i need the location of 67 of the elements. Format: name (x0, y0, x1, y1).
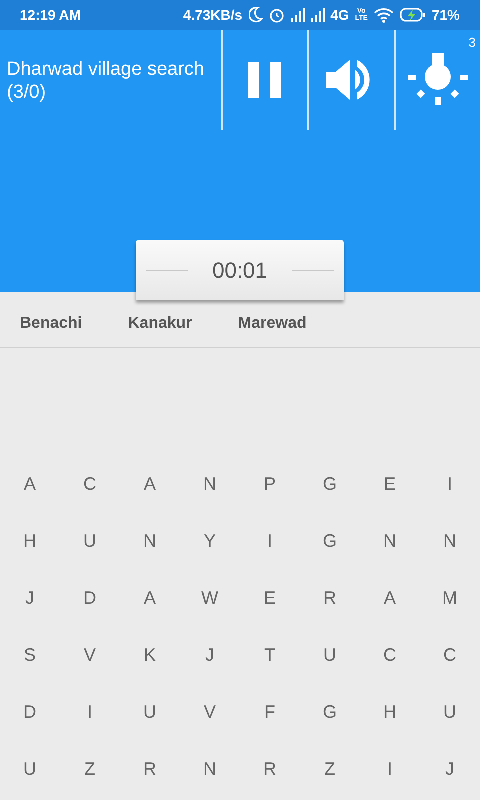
network-speed: 4.73KB/s (183, 6, 243, 24)
clock: 12:19 AM (20, 6, 81, 24)
moon-icon (248, 7, 263, 23)
letter-tile[interactable]: A (144, 471, 156, 498)
letter-tile[interactable]: Z (324, 756, 336, 783)
letter-tile[interactable]: I (387, 756, 392, 783)
letter-tile[interactable]: Z (84, 756, 96, 783)
letter-tile[interactable]: D (24, 699, 36, 726)
letter-tile[interactable]: U (444, 699, 456, 726)
pause-icon (248, 62, 282, 98)
letter-tile[interactable]: K (144, 642, 156, 669)
letter-tile[interactable]: G (322, 699, 337, 726)
alarm-icon (268, 7, 285, 23)
letter-tile[interactable]: E (264, 585, 276, 612)
letter-tile[interactable]: T (264, 642, 276, 669)
found-word: Marewad (238, 314, 307, 334)
found-word: Kanakur (128, 314, 192, 334)
letter-tile[interactable]: N (204, 471, 216, 498)
letter-tile[interactable]: Y (204, 528, 216, 555)
letter-tile[interactable]: A (384, 585, 396, 612)
letter-tile[interactable]: I (267, 528, 272, 555)
letter-tile[interactable]: R (144, 756, 156, 783)
letter-tile[interactable]: F (264, 699, 276, 726)
letter-tile[interactable]: V (204, 699, 216, 726)
letter-tile[interactable]: A (144, 585, 156, 612)
letter-tile[interactable]: D (84, 585, 96, 612)
letter-tile[interactable]: R (324, 585, 336, 612)
letter-tile[interactable]: P (264, 471, 276, 498)
letter-tile[interactable]: M (442, 585, 458, 612)
letter-tile[interactable]: G (322, 471, 337, 498)
letter-tile[interactable]: I (87, 699, 92, 726)
letter-tile[interactable]: A (24, 471, 36, 498)
network-type: 4G (330, 6, 350, 24)
signal-icon (290, 8, 305, 22)
signal-icon (310, 8, 325, 22)
letter-tile[interactable]: U (144, 699, 156, 726)
game-title: Dharwad village search (3/0) (6, 58, 206, 105)
letter-tile[interactable]: G (322, 528, 337, 555)
timer-text: 00:01 (212, 256, 268, 284)
letter-tile[interactable]: H (24, 528, 36, 555)
hint-count: 3 (468, 34, 476, 52)
letter-tile[interactable]: I (447, 471, 452, 498)
letter-tile[interactable]: C (84, 471, 96, 498)
letter-tile[interactable]: C (444, 642, 456, 669)
wifi-icon (374, 8, 394, 22)
battery-percent: 71% (432, 6, 460, 24)
letter-tile[interactable]: N (204, 756, 216, 783)
hint-button[interactable]: 3 (394, 30, 480, 130)
letter-tile[interactable]: R (264, 756, 276, 783)
letter-tile[interactable]: E (384, 471, 396, 498)
letter-tile[interactable]: J (26, 585, 34, 612)
light-bulb-icon (408, 53, 468, 107)
letter-tile[interactable]: U (84, 528, 96, 555)
letter-tile[interactable]: N (144, 528, 156, 555)
letter-tile[interactable]: S (24, 642, 36, 669)
letter-tile[interactable]: H (384, 699, 396, 726)
letter-tile[interactable]: W (202, 585, 218, 612)
letter-tile[interactable]: U (324, 642, 336, 669)
letter-tile[interactable]: C (384, 642, 396, 669)
letter-tile[interactable]: V (84, 642, 96, 669)
letter-tile[interactable]: N (384, 528, 396, 555)
battery-charging-icon (400, 8, 426, 22)
letter-tile[interactable]: J (206, 642, 214, 669)
letter-tile[interactable]: U (24, 756, 36, 783)
letter-tile[interactable]: J (446, 756, 454, 783)
letter-tile[interactable]: N (444, 528, 456, 555)
found-word: Benachi (20, 314, 82, 334)
